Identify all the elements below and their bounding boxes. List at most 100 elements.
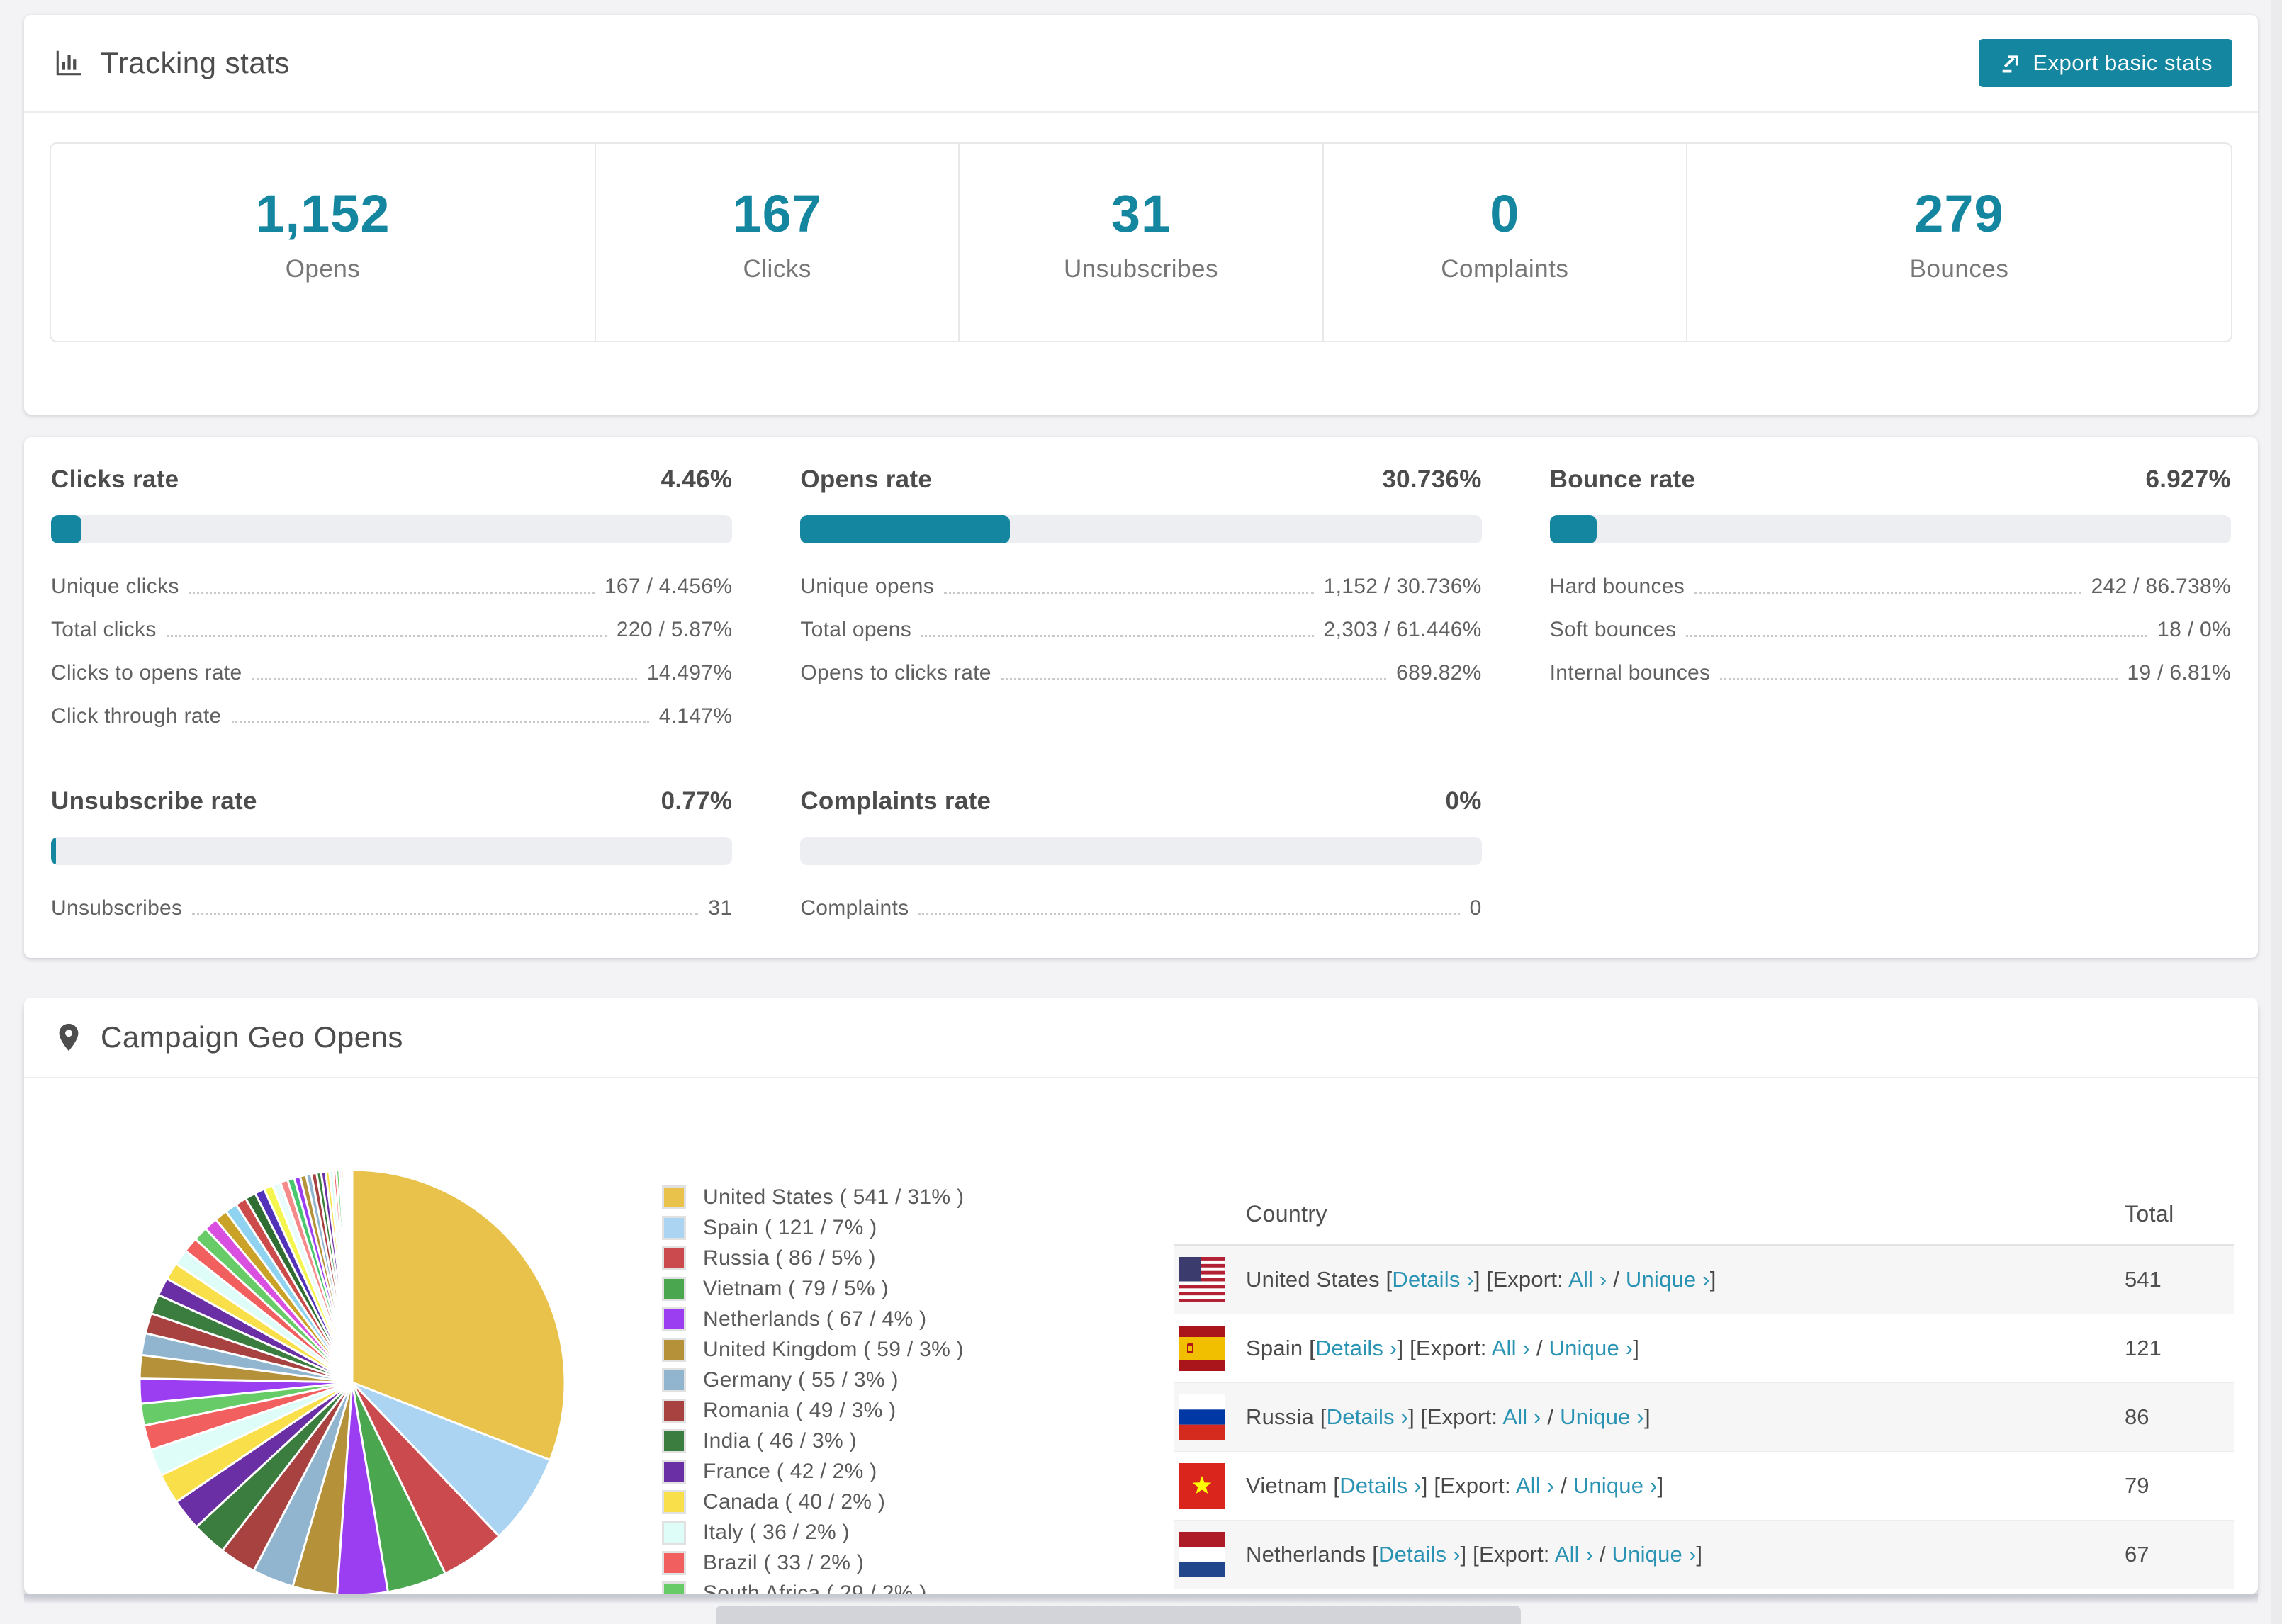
rate-row: Hard bounces 242 / 86.738% bbox=[1550, 575, 2231, 599]
legend-swatch bbox=[662, 1459, 686, 1484]
rate-value: 0.77% bbox=[661, 787, 733, 815]
details-link[interactable]: Details › bbox=[1378, 1542, 1461, 1567]
country-name: United States bbox=[1246, 1267, 1380, 1292]
legend-item-united-kingdom: United Kingdom ( 59 / 3% ) bbox=[662, 1334, 964, 1365]
rate-row: Click through rate 4.147% bbox=[51, 704, 732, 728]
rate-title: Opens rate bbox=[800, 466, 933, 493]
rate-row-value: 1,152 / 30.736% bbox=[1323, 575, 1482, 598]
geo-header: Campaign Geo Opens bbox=[24, 998, 2258, 1078]
export-unique-link[interactable]: Unique › bbox=[1573, 1473, 1658, 1498]
export-all-link[interactable]: All › bbox=[1555, 1542, 1593, 1567]
legend-item-canada: Canada ( 40 / 2% ) bbox=[662, 1487, 964, 1517]
country-column-header: Country bbox=[1246, 1200, 1327, 1227]
export-unique-link[interactable]: Unique › bbox=[1612, 1542, 1697, 1567]
legend-item-brazil: Brazil ( 33 / 2% ) bbox=[662, 1547, 964, 1578]
legend-swatch bbox=[662, 1581, 686, 1594]
rates-grid: Clicks rate 4.46% Unique clicks 167 / 4.456… bbox=[24, 437, 2258, 968]
legend-item-france: France ( 42 / 2% ) bbox=[662, 1456, 964, 1487]
export-button-label: Export basic stats bbox=[2033, 50, 2213, 75]
rate-progress-bar bbox=[800, 837, 1482, 865]
rate-title: Bounce rate bbox=[1549, 466, 1696, 493]
rate-progress-fill bbox=[51, 837, 57, 865]
rate-row-label: Unsubscribes bbox=[51, 896, 183, 920]
rate-title: Clicks rate bbox=[51, 466, 179, 493]
stat-label: Bounces bbox=[1909, 255, 2009, 283]
stats-summary-row: 1,152 Opens 167 Clicks 31 Unsubscribes 0 Compla… bbox=[50, 142, 2232, 342]
dotted-leader bbox=[1001, 678, 1387, 680]
details-link[interactable]: Details › bbox=[1315, 1336, 1398, 1360]
export-basic-stats-button[interactable]: Export basic stats bbox=[1979, 39, 2232, 87]
legend-label: Vietnam ( 79 / 5% ) bbox=[703, 1276, 889, 1300]
country-name: Russia bbox=[1246, 1404, 1314, 1429]
legend-swatch bbox=[662, 1428, 686, 1453]
dotted-leader bbox=[166, 635, 607, 637]
export-all-link[interactable]: All › bbox=[1568, 1267, 1607, 1292]
rate-progress-bar bbox=[1549, 515, 2231, 543]
rate-row-label: Total clicks bbox=[51, 618, 157, 641]
legend-label: Russia ( 86 / 5% ) bbox=[703, 1246, 876, 1270]
geo-table-row-us: United States [Details ›] [Export: All ›… bbox=[1174, 1246, 2234, 1314]
stat-value: 1,152 bbox=[255, 184, 390, 243]
rate-value: 0% bbox=[1445, 787, 1482, 815]
legend-swatch bbox=[662, 1398, 686, 1423]
legend-item-germany: Germany ( 55 / 3% ) bbox=[662, 1365, 964, 1395]
rate-progress-fill bbox=[51, 515, 82, 543]
card-bottom-shadow bbox=[24, 1594, 2258, 1604]
legend-label: Canada ( 40 / 2% ) bbox=[703, 1489, 886, 1513]
rate-row-label: Unique opens bbox=[800, 575, 935, 598]
legend-label: Italy ( 36 / 2% ) bbox=[703, 1520, 850, 1544]
horizontal-scrollbar-thumb[interactable] bbox=[716, 1606, 1521, 1624]
dotted-leader bbox=[944, 592, 1314, 594]
flag-nl-icon bbox=[1179, 1532, 1225, 1577]
legend-item-russia: Russia ( 86 / 5% ) bbox=[662, 1243, 964, 1273]
dotted-leader bbox=[1694, 592, 2081, 594]
flag-us-icon bbox=[1179, 1257, 1225, 1302]
legend-item-netherlands: Netherlands ( 67 / 4% ) bbox=[662, 1304, 964, 1334]
rate-row-label: Total opens bbox=[800, 618, 912, 641]
legend-item-romania: Romania ( 49 / 3% ) bbox=[662, 1395, 964, 1426]
rate-row-value: 18 / 0% bbox=[2157, 618, 2231, 641]
export-unique-link[interactable]: Unique › bbox=[1548, 1336, 1633, 1360]
stat-label: Opens bbox=[285, 255, 361, 283]
rate-row: Unique opens 1,152 / 30.736% bbox=[800, 575, 1481, 599]
export-all-link[interactable]: All › bbox=[1502, 1404, 1541, 1429]
page-scrollbar[interactable] bbox=[2271, 0, 2282, 1624]
rate-row-value: 2,303 / 61.446% bbox=[1323, 618, 1482, 641]
export-all-link[interactable]: All › bbox=[1492, 1336, 1530, 1360]
bar-chart-icon bbox=[52, 47, 85, 79]
country-total: 67 bbox=[2125, 1542, 2149, 1567]
legend-swatch bbox=[662, 1489, 686, 1514]
details-link[interactable]: Details › bbox=[1339, 1473, 1422, 1498]
flag-ru-icon bbox=[1179, 1394, 1225, 1440]
export-unique-link[interactable]: Unique › bbox=[1560, 1404, 1644, 1429]
export-unique-link[interactable]: Unique › bbox=[1626, 1267, 1710, 1292]
rate-row: Total opens 2,303 / 61.446% bbox=[800, 618, 1481, 642]
rate-progress-fill bbox=[800, 515, 1010, 543]
geo-table: Country Total United States [Details ›] … bbox=[1174, 1183, 2234, 1594]
legend-label: South Africa ( 29 / 2% ) bbox=[703, 1581, 927, 1595]
flag-vn-icon bbox=[1179, 1463, 1225, 1509]
country-name: Netherlands bbox=[1246, 1542, 1366, 1567]
rate-row-value: 220 / 5.87% bbox=[616, 618, 733, 641]
rate-block-bounce-rate: Bounce rate 6.927% Hard bounces 242 / 86.73… bbox=[1549, 466, 2231, 748]
dotted-leader bbox=[192, 913, 699, 915]
country-total: 86 bbox=[2125, 1404, 2149, 1429]
country-total: 121 bbox=[2125, 1336, 2162, 1360]
geo-table-row-gb: United Kingdom [Details ›] [Export: All … bbox=[1174, 1589, 2234, 1594]
rate-row-value: 689.82% bbox=[1396, 661, 1482, 684]
rate-value: 4.46% bbox=[661, 466, 733, 493]
geo-body: United States ( 541 / 31% ) Spain ( 121 /… bbox=[24, 1078, 2258, 1594]
legend-item-south-africa: South Africa ( 29 / 2% ) bbox=[662, 1578, 964, 1594]
dotted-leader bbox=[231, 721, 649, 723]
rate-block-unsubscribe-rate: Unsubscribe rate 0.77% Unsubscribes 31 bbox=[51, 787, 733, 940]
legend-swatch bbox=[662, 1337, 686, 1362]
stat-box-clicks: 167 Clicks bbox=[595, 144, 958, 341]
details-link[interactable]: Details › bbox=[1327, 1404, 1409, 1429]
details-link[interactable]: Details › bbox=[1392, 1267, 1474, 1292]
rate-row-label: Soft bounces bbox=[1549, 618, 1677, 641]
stat-label: Clicks bbox=[743, 255, 811, 283]
export-all-link[interactable]: All › bbox=[1516, 1473, 1554, 1498]
legend-label: India ( 46 / 3% ) bbox=[703, 1428, 857, 1453]
rate-progress-bar bbox=[51, 837, 733, 865]
flag-es-icon bbox=[1179, 1326, 1225, 1371]
